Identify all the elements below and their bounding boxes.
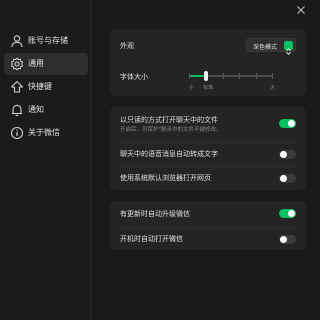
dropdown-arrow-icon xyxy=(284,41,293,55)
sidebar-item-label: 通知 xyxy=(28,105,44,114)
sidebar-item-general[interactable]: 通用 xyxy=(4,53,88,75)
default-browser-label: 使用系统默认浏览器打开网页 xyxy=(120,174,211,182)
user-icon xyxy=(11,35,23,48)
default-browser-toggle[interactable] xyxy=(279,174,296,183)
update-settings-card: 有更新时自动升级微信 开机时自动打开微信 xyxy=(110,201,306,250)
voice-to-text-row: 聊天中的语音消息自动转成文字 xyxy=(110,143,306,166)
readonly-file-toggle[interactable] xyxy=(279,119,296,128)
settings-sidebar: 账号与存储 通用 快捷键 通知 关于微信 xyxy=(0,0,92,320)
appearance-label: 外观 xyxy=(120,42,134,50)
slider-tick xyxy=(223,73,224,79)
close-icon[interactable] xyxy=(296,5,306,15)
font-size-standard-label: 标准 xyxy=(203,85,214,91)
auto-update-label: 有更新时自动升级微信 xyxy=(120,210,190,218)
appearance-select-value: 深色模式 xyxy=(253,44,278,51)
autostart-row: 开机时自动打开微信 xyxy=(110,228,306,250)
autostart-label: 开机时自动打开微信 xyxy=(120,235,183,243)
settings-main-panel: 外观 深色模式 字体大小 小 标准 大 以只读的方式打开聊天中的文件 开启后，可… xyxy=(93,0,314,320)
toggle-knob xyxy=(280,236,287,243)
shortcut-icon xyxy=(10,80,24,93)
sidebar-item-shortcuts[interactable]: 快捷键 xyxy=(4,76,88,98)
font-size-max-label: 大 xyxy=(270,85,276,91)
toggle-knob xyxy=(280,151,287,158)
readonly-file-label: 以只读的方式打开聊天中的文件 xyxy=(120,116,218,124)
font-size-slider[interactable] xyxy=(189,71,273,81)
voice-to-text-label: 聊天中的语音消息自动转成文字 xyxy=(120,150,218,158)
voice-to-text-toggle[interactable] xyxy=(279,150,296,159)
sidebar-item-notifications[interactable]: 通知 xyxy=(4,99,88,121)
sidebar-item-label: 关于微信 xyxy=(28,128,60,137)
font-size-label: 字体大小 xyxy=(120,73,148,81)
auto-update-toggle[interactable] xyxy=(279,209,296,218)
readonly-file-row: 以只读的方式打开聊天中的文件 开启后，可保护"聊天中的文件不被修改。 xyxy=(110,107,306,138)
toggle-knob xyxy=(288,210,295,217)
gear-icon xyxy=(11,57,23,71)
bell-icon xyxy=(12,104,22,117)
slider-tick xyxy=(239,73,240,79)
slider-tick xyxy=(189,73,190,79)
appearance-select[interactable]: 深色模式 xyxy=(246,38,296,55)
slider-tick xyxy=(256,73,257,79)
auto-update-row: 有更新时自动升级微信 xyxy=(110,201,306,225)
appearance-row: 外观 深色模式 xyxy=(110,29,306,61)
toggle-knob xyxy=(280,175,287,182)
sidebar-item-label: 通用 xyxy=(28,59,44,68)
sidebar-item-label: 账号与存储 xyxy=(28,36,68,45)
toggle-knob xyxy=(288,120,295,127)
sidebar-item-label: 快捷键 xyxy=(28,82,52,91)
font-size-slider-handle[interactable] xyxy=(204,71,208,81)
font-size-min-label: 小 xyxy=(189,85,195,91)
sidebar-item-account-storage[interactable]: 账号与存储 xyxy=(4,30,88,52)
info-icon xyxy=(10,126,24,140)
default-browser-row: 使用系统默认浏览器打开网页 xyxy=(110,167,306,190)
readonly-file-description: 开启后，可保护"聊天中的文件不被修改。 xyxy=(120,127,222,133)
file-settings-card: 以只读的方式打开聊天中的文件 开启后，可保护"聊天中的文件不被修改。 聊天中的语… xyxy=(110,107,306,190)
sidebar-item-about[interactable]: 关于微信 xyxy=(4,122,88,144)
slider-tick xyxy=(272,73,273,79)
autostart-toggle[interactable] xyxy=(279,235,296,244)
